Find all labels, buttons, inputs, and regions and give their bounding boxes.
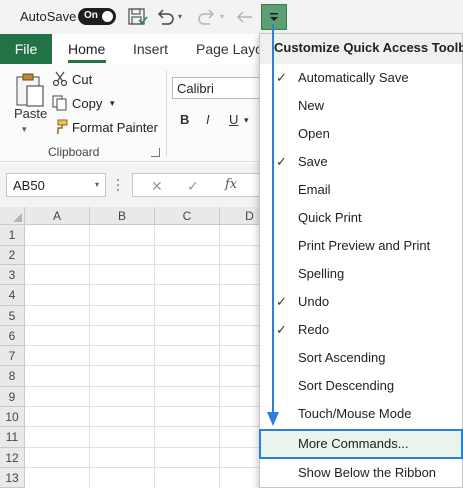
tab-insert[interactable]: Insert	[133, 41, 168, 57]
menu-item-label: Show Below the Ribbon	[298, 465, 437, 480]
back-arrow-icon[interactable]	[234, 6, 256, 28]
menu-item-touch-mouse-mode[interactable]: Touch/Mouse Mode	[260, 400, 462, 428]
check-icon: ✓	[276, 294, 287, 309]
paste-dropdown-icon[interactable]: ▾	[22, 124, 27, 135]
customize-qat-button[interactable]	[261, 4, 287, 30]
customize-dropdown-icon	[270, 13, 278, 21]
check-icon: ✓	[276, 154, 287, 169]
copy-icon	[52, 95, 67, 111]
menu-item-label: Spelling	[298, 266, 345, 281]
italic-button[interactable]: I	[206, 112, 210, 127]
row-header[interactable]: 9	[0, 387, 25, 407]
row-header[interactable]: 10	[0, 407, 25, 427]
menu-item-open[interactable]: Open	[260, 120, 462, 148]
menu-item-sort-ascending[interactable]: Sort Ascending	[260, 344, 462, 372]
font-name-value: Calibri	[177, 81, 214, 96]
undo-dropdown-icon[interactable]: ▾	[178, 12, 182, 21]
copy-dropdown-icon[interactable]: ▾	[110, 98, 115, 109]
menu-item-label: Quick Print	[298, 210, 362, 225]
formula-buttons: ✕ ✓ fx	[132, 173, 250, 197]
name-box-dropdown-icon[interactable]: ▾	[95, 180, 99, 189]
check-icon: ✓	[276, 322, 287, 337]
tab-file[interactable]: File	[0, 34, 52, 64]
select-all-triangle-icon	[13, 213, 22, 222]
row-header[interactable]: 2	[0, 246, 25, 265]
menu-item-more-commands[interactable]: More Commands...	[259, 429, 463, 459]
menu-title: Customize Quick Access Toolbar	[260, 34, 463, 64]
row-header[interactable]: 6	[0, 326, 25, 346]
menu-item-sort-descending[interactable]: Sort Descending	[260, 372, 462, 400]
name-box-value: AB50	[13, 178, 45, 193]
menu-item-label: Save	[298, 154, 328, 169]
select-all-corner[interactable]	[0, 207, 25, 225]
row-header[interactable]: 1	[0, 225, 25, 246]
menu-item-label: Open	[298, 126, 330, 141]
column-header-a[interactable]: A	[25, 207, 90, 225]
copy-label: Copy	[72, 96, 103, 111]
menu-item-undo[interactable]: ✓ Undo	[260, 288, 462, 316]
format-painter-label: Format Painter	[72, 120, 158, 135]
row-header[interactable]: 8	[0, 366, 25, 387]
redo-dropdown-icon[interactable]: ▾	[220, 12, 224, 21]
bold-button[interactable]: B	[180, 112, 189, 127]
menu-item-label: More Commands...	[298, 436, 409, 451]
menu-item-label: Touch/Mouse Mode	[298, 406, 412, 421]
menu-item-label: Sort Ascending	[298, 350, 386, 365]
group-divider	[166, 70, 167, 156]
row-header[interactable]: 11	[0, 427, 25, 448]
autosave-toggle[interactable]: On	[78, 8, 116, 25]
menu-item-label: Automatically Save	[298, 70, 409, 85]
toggle-knob	[102, 11, 113, 22]
resize-handle-icon[interactable]	[116, 177, 120, 193]
scissors-icon	[52, 71, 68, 87]
menu-item-label: Sort Descending	[298, 378, 395, 393]
customize-qat-menu: Customize Quick Access Toolbar ✓ Automat…	[259, 33, 463, 488]
cancel-icon[interactable]: ✕	[151, 178, 163, 195]
enter-icon[interactable]: ✓	[187, 178, 199, 195]
clipboard-group-label: Clipboard	[48, 145, 100, 159]
redo-icon[interactable]	[196, 6, 218, 28]
column-header-b[interactable]: B	[90, 207, 155, 225]
quick-access-toolbar: AutoSave On ▾ ▾	[0, 0, 463, 34]
paste-label[interactable]: Paste	[14, 106, 47, 121]
row-header[interactable]: 3	[0, 265, 25, 285]
tab-home[interactable]: Home	[68, 41, 105, 57]
paste-icon[interactable]	[14, 72, 46, 110]
row-header[interactable]: 4	[0, 285, 25, 306]
menu-item-label: Redo	[298, 322, 330, 337]
menu-item-label: Undo	[298, 294, 330, 309]
menu-item-automatically-save[interactable]: ✓ Automatically Save	[260, 64, 462, 92]
cut-label: Cut	[72, 72, 93, 87]
menu-item-spelling[interactable]: Spelling	[260, 260, 462, 288]
format-painter-icon	[57, 119, 68, 134]
autosave-toggle-text: On	[84, 10, 98, 21]
name-box[interactable]: AB50 ▾	[6, 173, 106, 197]
menu-item-redo[interactable]: ✓ Redo	[260, 316, 462, 344]
menu-item-show-below-ribbon[interactable]: Show Below the Ribbon	[260, 459, 462, 487]
font-name-box[interactable]: Calibri	[172, 77, 268, 99]
save-icon[interactable]	[126, 6, 148, 28]
tab-home-underline	[68, 60, 106, 63]
check-icon: ✓	[276, 70, 287, 85]
undo-icon[interactable]	[154, 6, 176, 28]
row-header[interactable]: 5	[0, 306, 25, 326]
menu-item-label: Print Preview and Print	[298, 238, 431, 253]
menu-item-label: Email	[298, 182, 331, 197]
underline-button[interactable]: U	[229, 112, 238, 127]
menu-item-save[interactable]: ✓ Save	[260, 148, 462, 176]
insert-function-button[interactable]: fx	[225, 177, 237, 192]
menu-item-new[interactable]: New	[260, 92, 462, 120]
underline-dropdown-icon[interactable]: ▾	[244, 115, 249, 126]
row-header[interactable]: 7	[0, 346, 25, 366]
menu-item-label: New	[298, 98, 325, 113]
menu-item-print-preview[interactable]: Print Preview and Print	[260, 232, 462, 260]
row-header[interactable]: 12	[0, 448, 25, 468]
row-header[interactable]: 13	[0, 468, 25, 488]
menu-item-email[interactable]: Email	[260, 176, 462, 204]
clipboard-launcher-icon[interactable]	[151, 148, 160, 157]
menu-item-quick-print[interactable]: Quick Print	[260, 204, 462, 232]
autosave-label: AutoSave	[20, 9, 77, 24]
column-header-c[interactable]: C	[155, 207, 220, 225]
